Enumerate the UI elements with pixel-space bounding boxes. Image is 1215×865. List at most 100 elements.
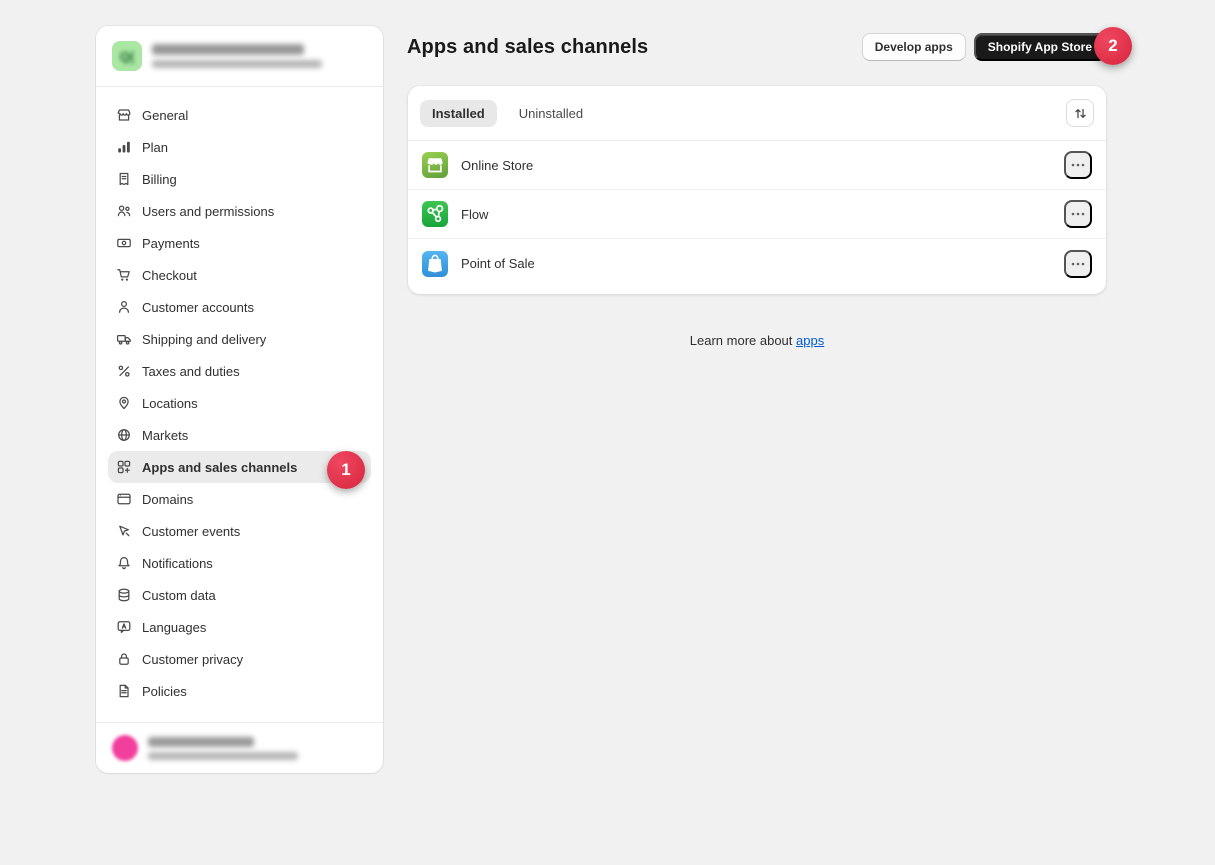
receipt-icon xyxy=(116,171,132,187)
sidebar-item-customer-privacy[interactable]: Customer privacy xyxy=(108,643,371,675)
point-of-sale-app-icon xyxy=(422,251,448,277)
sidebar-item-notifications[interactable]: Notifications xyxy=(108,547,371,579)
truck-icon xyxy=(116,331,132,347)
sidebar-item-label: Plan xyxy=(142,140,168,155)
sidebar-item-languages[interactable]: Languages xyxy=(108,611,371,643)
installed-apps-list: Online Store Flow Point of Sale xyxy=(408,141,1106,294)
sidebar-item-label: Custom data xyxy=(142,588,216,603)
app-row-online-store[interactable]: Online Store xyxy=(408,141,1106,190)
shopify-settings-page: { "sidebar": { "store": { "avatar_label"… xyxy=(0,0,1215,865)
app-row-menu-button[interactable] xyxy=(1064,250,1092,278)
sidebar-item-policies[interactable]: Policies xyxy=(108,675,371,707)
shopify-app-store-button[interactable]: Shopify App Store xyxy=(974,33,1106,61)
settings-sidebar: Q( General Plan Billing Users and permis… xyxy=(96,26,383,773)
user-avatar xyxy=(112,735,138,761)
sidebar-item-label: Shipping and delivery xyxy=(142,332,266,347)
cart-icon xyxy=(116,267,132,283)
store-identity xyxy=(152,44,322,68)
sidebar-item-payments[interactable]: Payments xyxy=(108,227,371,259)
sidebar-item-label: Customer accounts xyxy=(142,300,254,315)
overflow-dots-icon xyxy=(1070,157,1086,173)
sidebar-item-customer-events[interactable]: Customer events xyxy=(108,515,371,547)
sidebar-item-label: Users and permissions xyxy=(142,204,274,219)
users-icon xyxy=(116,203,132,219)
sidebar-item-label: Domains xyxy=(142,492,193,507)
tab-uninstalled[interactable]: Uninstalled xyxy=(507,100,595,127)
apps-grid-icon xyxy=(116,459,132,475)
page-header: Apps and sales channels Develop apps Sho… xyxy=(407,33,1106,61)
app-name: Flow xyxy=(461,207,488,222)
database-icon xyxy=(116,587,132,603)
online-store-app-icon xyxy=(422,152,448,178)
sidebar-item-label: Taxes and duties xyxy=(142,364,240,379)
app-name: Point of Sale xyxy=(461,256,535,271)
sidebar-item-label: Policies xyxy=(142,684,187,699)
sidebar-item-label: Customer events xyxy=(142,524,240,539)
sidebar-item-domains[interactable]: Domains xyxy=(108,483,371,515)
sort-button[interactable] xyxy=(1066,99,1094,127)
sidebar-item-label: Apps and sales channels xyxy=(142,460,297,475)
sidebar-item-label: Payments xyxy=(142,236,200,251)
redacted-user-email xyxy=(148,752,298,760)
page-title: Apps and sales channels xyxy=(407,36,648,59)
sidebar-item-label: Billing xyxy=(142,172,177,187)
sidebar-item-general[interactable]: General xyxy=(108,99,371,131)
store-avatar: Q( xyxy=(112,41,142,71)
sort-arrows-icon xyxy=(1073,106,1088,121)
sidebar-item-label: Notifications xyxy=(142,556,213,571)
globe-icon xyxy=(116,427,132,443)
apps-card: Installed Uninstalled Online Store Flow xyxy=(408,86,1106,294)
percent-icon xyxy=(116,363,132,379)
develop-apps-button[interactable]: Develop apps xyxy=(862,33,966,61)
sidebar-item-plan[interactable]: Plan xyxy=(108,131,371,163)
overflow-dots-icon xyxy=(1070,206,1086,222)
redacted-store-name xyxy=(152,44,304,55)
sidebar-item-customer-accounts[interactable]: Customer accounts xyxy=(108,291,371,323)
tab-installed[interactable]: Installed xyxy=(420,100,497,127)
sidebar-item-label: Languages xyxy=(142,620,206,635)
store-icon xyxy=(116,107,132,123)
user-footer[interactable] xyxy=(96,722,383,773)
domain-icon xyxy=(116,491,132,507)
app-row-menu-button[interactable] xyxy=(1064,151,1092,179)
language-icon xyxy=(116,619,132,635)
annotation-step-1-badge: 1 xyxy=(327,451,365,489)
banknote-icon xyxy=(116,235,132,251)
settings-nav: General Plan Billing Users and permissio… xyxy=(96,87,383,722)
annotation-step-2-badge: 2 xyxy=(1094,27,1132,65)
sidebar-item-label: Markets xyxy=(142,428,188,443)
store-header[interactable]: Q( xyxy=(96,26,383,87)
learn-more-text: Learn more about xyxy=(690,333,796,348)
lock-icon xyxy=(116,651,132,667)
bar-chart-icon xyxy=(116,139,132,155)
sidebar-item-custom-data[interactable]: Custom data xyxy=(108,579,371,611)
cursor-icon xyxy=(116,523,132,539)
sidebar-item-users-and-permissions[interactable]: Users and permissions xyxy=(108,195,371,227)
apps-tabbar: Installed Uninstalled xyxy=(408,86,1106,141)
sidebar-item-label: Customer privacy xyxy=(142,652,243,667)
header-actions: Develop apps Shopify App Store xyxy=(862,33,1106,61)
flow-app-icon xyxy=(422,201,448,227)
sidebar-item-shipping-and-delivery[interactable]: Shipping and delivery xyxy=(108,323,371,355)
document-icon xyxy=(116,683,132,699)
sidebar-item-locations[interactable]: Locations xyxy=(108,387,371,419)
sidebar-item-taxes-and-duties[interactable]: Taxes and duties xyxy=(108,355,371,387)
app-row-menu-button[interactable] xyxy=(1064,200,1092,228)
bell-icon xyxy=(116,555,132,571)
redacted-store-email xyxy=(152,60,322,68)
map-pin-icon xyxy=(116,395,132,411)
user-identity xyxy=(148,737,298,760)
sidebar-item-checkout[interactable]: Checkout xyxy=(108,259,371,291)
overflow-dots-icon xyxy=(1070,256,1086,272)
learn-more-note: Learn more about apps xyxy=(408,333,1106,348)
apps-link[interactable]: apps xyxy=(796,333,824,348)
app-row-point-of-sale[interactable]: Point of Sale xyxy=(408,239,1106,288)
sidebar-item-billing[interactable]: Billing xyxy=(108,163,371,195)
person-icon xyxy=(116,299,132,315)
app-name: Online Store xyxy=(461,158,533,173)
app-row-flow[interactable]: Flow xyxy=(408,190,1106,239)
sidebar-item-markets[interactable]: Markets xyxy=(108,419,371,451)
sidebar-item-label: Locations xyxy=(142,396,198,411)
sidebar-item-label: General xyxy=(142,108,188,123)
sidebar-item-label: Checkout xyxy=(142,268,197,283)
